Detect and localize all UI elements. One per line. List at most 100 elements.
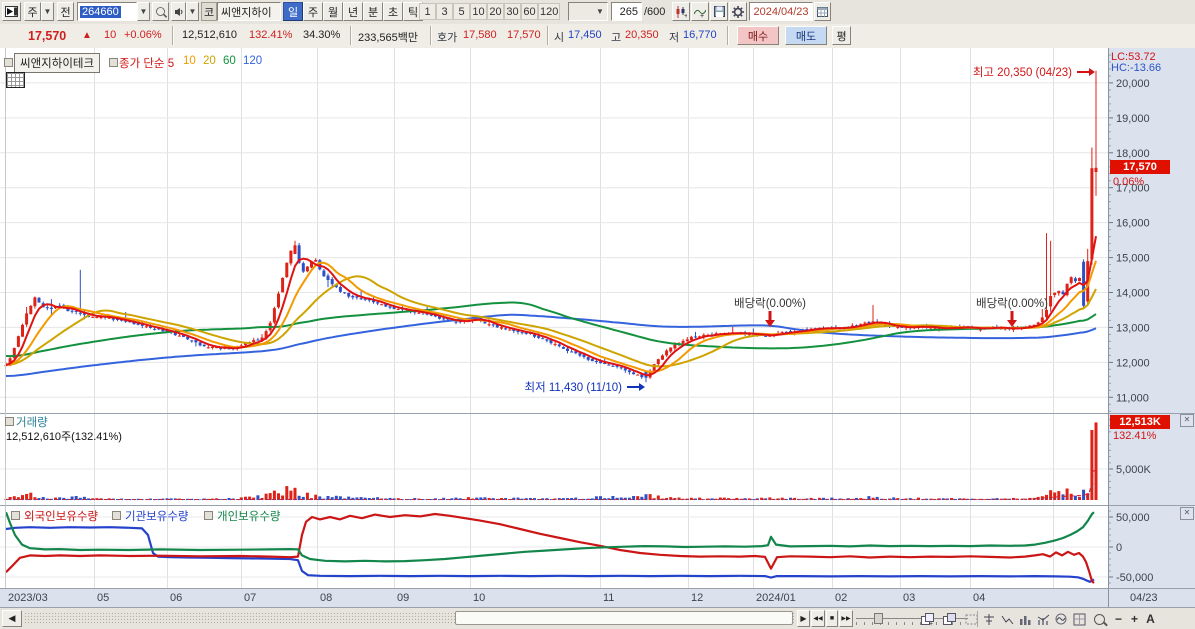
chart-settings-button[interactable] [729, 2, 747, 21]
add-line-tool-button[interactable]: + [691, 2, 709, 21]
interval-button[interactable]: 60 [521, 3, 538, 20]
date-label: 12 [691, 592, 704, 604]
chart-scrollbar-thumb[interactable] [455, 611, 793, 625]
chevron-down-icon: ▼ [596, 7, 604, 16]
period-tab[interactable]: 초 [383, 2, 403, 21]
holder-legend-label: 외국인보유수량 [24, 511, 99, 523]
magnifier-icon [1094, 613, 1105, 625]
bar-style-button[interactable] [1016, 611, 1035, 627]
play-button[interactable]: ▶ [797, 610, 810, 627]
merge-pane-button[interactable] [940, 611, 959, 627]
stop-button[interactable]: ■ [826, 610, 838, 627]
legend-square-icon [112, 511, 121, 520]
holder-legend-label: 기관보유수량 [125, 511, 189, 523]
ask-price: 17,580 [463, 29, 497, 41]
select-region-button[interactable] [962, 611, 981, 627]
holder-legend-label: 개인보유수량 [217, 511, 281, 523]
up-arrow-icon: ▲ [82, 30, 92, 41]
compare-button[interactable] [1052, 611, 1071, 627]
interval-button[interactable]: 3 [436, 3, 453, 20]
zoom-in-button[interactable]: + [1128, 611, 1141, 627]
period-tab[interactable]: 주 [303, 2, 323, 21]
volume-pane-close-button[interactable]: ✕ [1180, 414, 1194, 427]
svg-text:12,000: 12,000 [1116, 357, 1150, 369]
speed-slider-thumb[interactable] [874, 613, 883, 624]
legend-toggle[interactable] [4, 58, 13, 67]
rewind-button[interactable]: ◀◀ [811, 610, 825, 627]
indicator-button[interactable] [1034, 611, 1053, 627]
svg-text:+: + [700, 13, 704, 18]
interval-button[interactable]: 120 [538, 3, 561, 20]
ma20-legend: 20 [203, 55, 216, 67]
axis-divider [1108, 589, 1109, 607]
prev-stock-button[interactable]: 전 [57, 2, 74, 21]
merge-pane-icon [943, 612, 956, 625]
calendar-icon [817, 7, 828, 17]
code-dropdown[interactable]: ▼ [137, 2, 150, 21]
svg-text:13,000: 13,000 [1116, 322, 1150, 334]
grid-tool-icon[interactable] [6, 72, 25, 88]
period-tab[interactable]: 분 [363, 2, 383, 21]
zoom-out-button[interactable]: − [1112, 611, 1125, 627]
sound-button[interactable] [171, 2, 186, 21]
svg-text:11,000: 11,000 [1116, 392, 1149, 404]
bar-count-input[interactable]: 265 [611, 2, 642, 21]
stock-type-button[interactable]: 주 [24, 2, 41, 21]
sell-button[interactable]: 매도 [785, 26, 827, 45]
ma60-legend: 60 [223, 55, 236, 67]
volume-marker: 12,513K [1110, 415, 1170, 429]
svg-text:18,000: 18,000 [1116, 148, 1150, 160]
legend-toggle[interactable] [5, 417, 14, 426]
zoom-tool-button[interactable] [1090, 611, 1109, 627]
legend-toggle[interactable] [109, 58, 118, 67]
calendar-button[interactable] [814, 2, 831, 21]
divider [547, 26, 549, 45]
add-candle-tool-button[interactable]: + [672, 2, 690, 21]
interval-button[interactable]: 5 [453, 3, 470, 20]
interval-button[interactable]: 20 [487, 3, 504, 20]
stock-search-button[interactable] [152, 2, 169, 21]
bid-price: 17,570 [507, 29, 541, 41]
holders-pane-close-button[interactable]: ✕ [1180, 507, 1194, 520]
divider [727, 26, 729, 45]
crosshair-tool-button[interactable] [980, 611, 999, 627]
holder-legend-item[interactable]: 기관보유수량 [112, 508, 188, 524]
current-price: 17,570 [28, 29, 67, 43]
interval-button[interactable]: 1 [419, 3, 436, 20]
period-tab[interactable]: 월 [323, 2, 343, 21]
new-pane-button[interactable]: + [918, 611, 937, 627]
avg-button[interactable]: 평 [832, 26, 851, 45]
chevron-down-icon: ▼ [188, 7, 197, 16]
auto-scale-button[interactable]: A [1144, 611, 1157, 627]
scroll-left-button[interactable]: ◀ [2, 610, 22, 627]
period-tab[interactable]: 년 [343, 2, 363, 21]
low-price: 16,770 [683, 29, 717, 41]
date-label: 08 [320, 592, 333, 604]
stock-type-dropdown[interactable]: ▼ [41, 2, 54, 21]
quote-summary-bar: 17,570 ▲ 10 +0.06% 12,512,610 132.41% 34… [0, 24, 1195, 49]
sound-dropdown[interactable]: ▼ [186, 2, 199, 21]
holder-legend-item[interactable]: 외국인보유수량 [11, 508, 98, 524]
divider [977, 611, 978, 627]
holder-legend-item[interactable]: 개인보유수량 [204, 508, 280, 524]
stock-code-input[interactable]: 264660 [77, 2, 137, 21]
frame-button[interactable] [1070, 611, 1089, 627]
date-label: 09 [397, 592, 410, 604]
trend-tool-button[interactable] [998, 611, 1017, 627]
buy-button[interactable]: 매수 [737, 26, 779, 45]
turnover-ratio: 34.30% [303, 29, 341, 41]
divider [172, 26, 174, 45]
stock-chart-canvas[interactable]: 20,00019,00018,00017,00016,00015,00014,0… [0, 48, 1195, 588]
save-chart-button[interactable] [710, 2, 728, 21]
custom-interval-combo[interactable]: ▼ [568, 2, 608, 21]
date-label: 02 [835, 592, 848, 604]
chart-window-icon[interactable] [2, 2, 21, 21]
interval-button[interactable]: 30 [504, 3, 521, 20]
forward-button[interactable]: ▶▶ [839, 610, 853, 627]
period-tab[interactable]: 일 [283, 2, 303, 21]
svg-text:+: + [684, 13, 687, 18]
chart-date-input[interactable]: 2024/04/23 [749, 2, 813, 21]
interval-button[interactable]: 10 [470, 3, 487, 20]
candlestick-add-icon: + [676, 5, 687, 18]
chart-stock-name-label[interactable]: 씨앤지하이테크 [14, 53, 101, 73]
